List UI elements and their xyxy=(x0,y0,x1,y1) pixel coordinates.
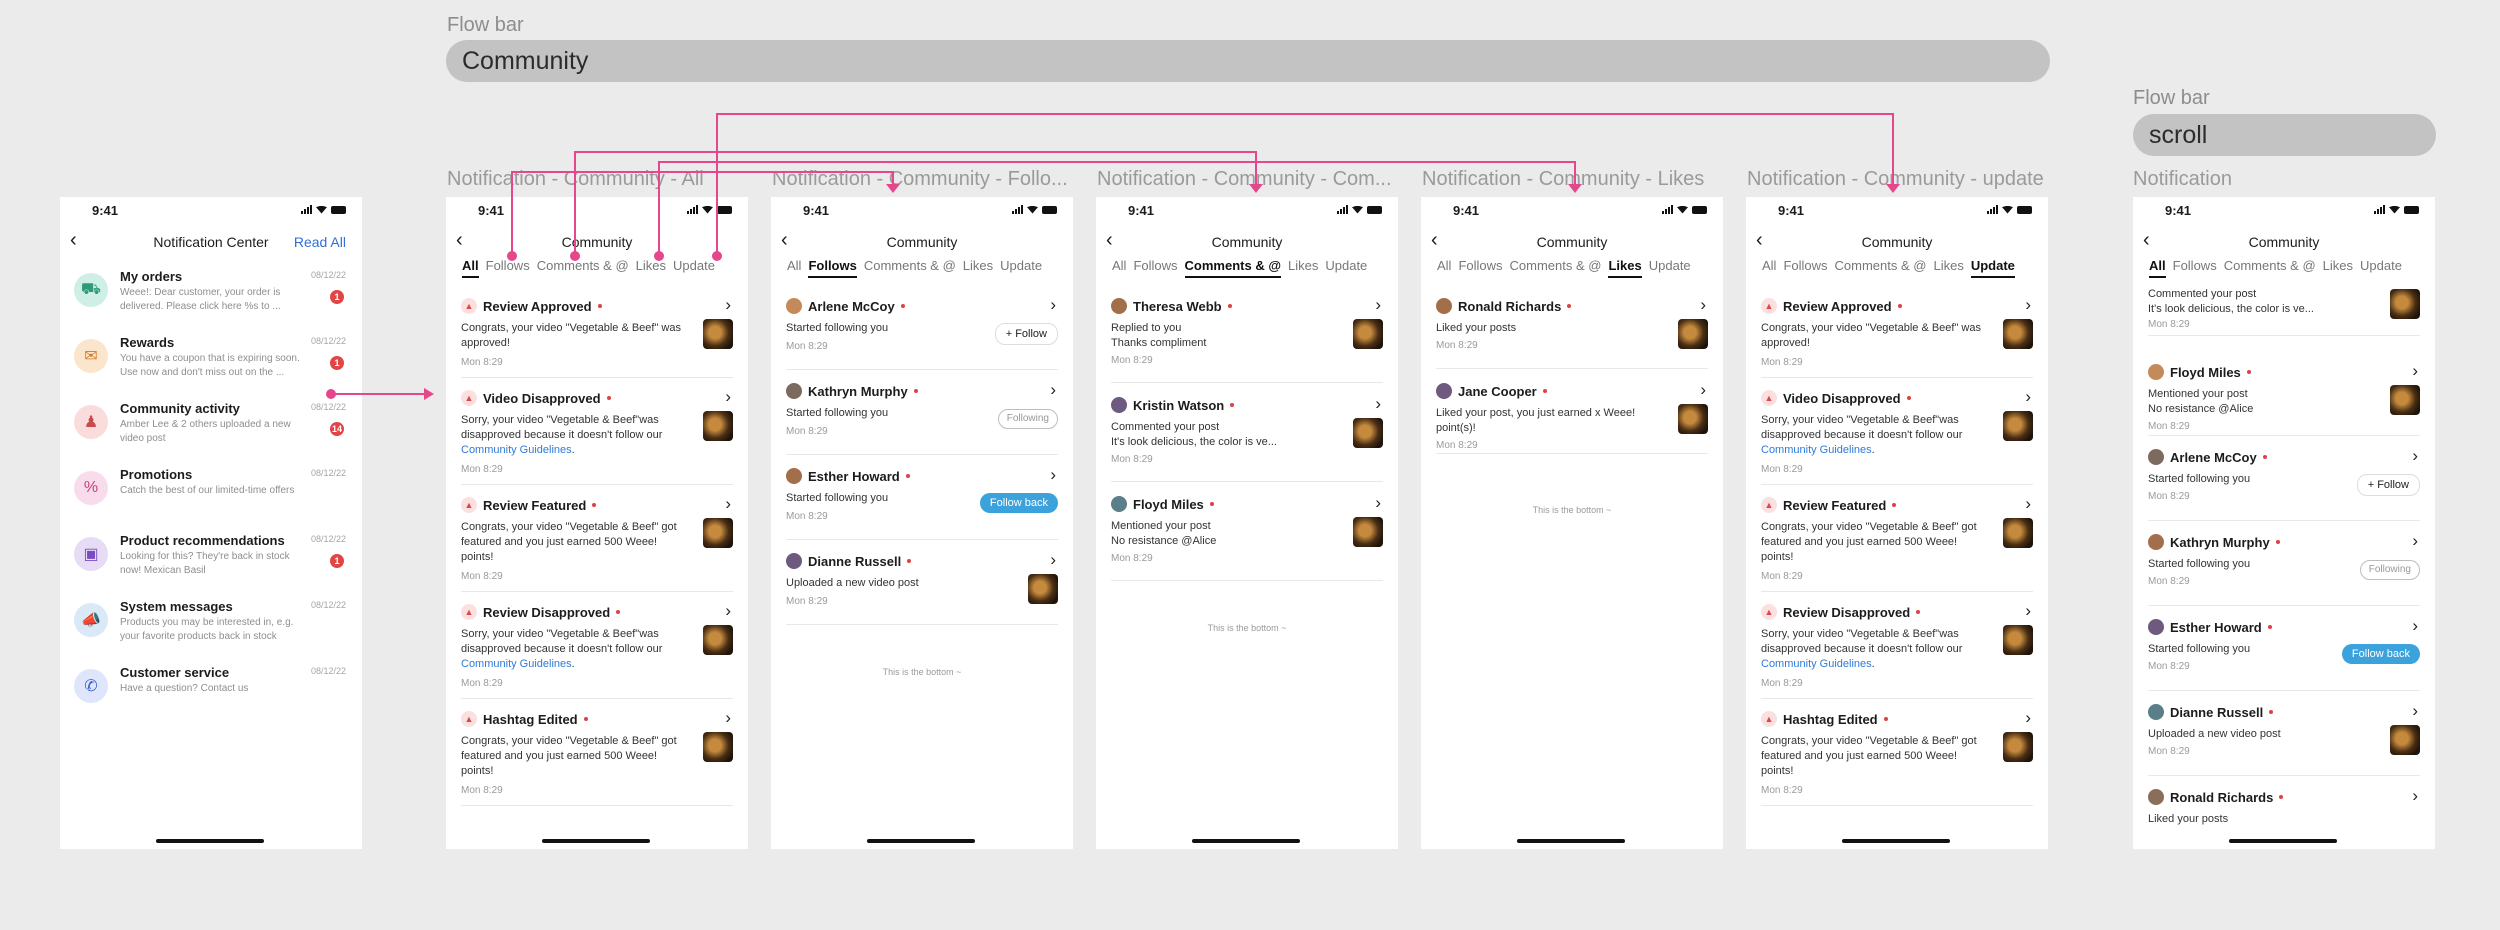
flow-connector-comments xyxy=(574,151,1257,254)
flow-connector-likes xyxy=(658,161,1576,254)
flow-connector-arrowheads xyxy=(424,184,1900,400)
flow-connector-follows xyxy=(511,171,894,254)
flow-connector-dots xyxy=(326,251,722,399)
flow-connectors xyxy=(326,113,1900,400)
flow-connector-lines xyxy=(331,113,1894,395)
